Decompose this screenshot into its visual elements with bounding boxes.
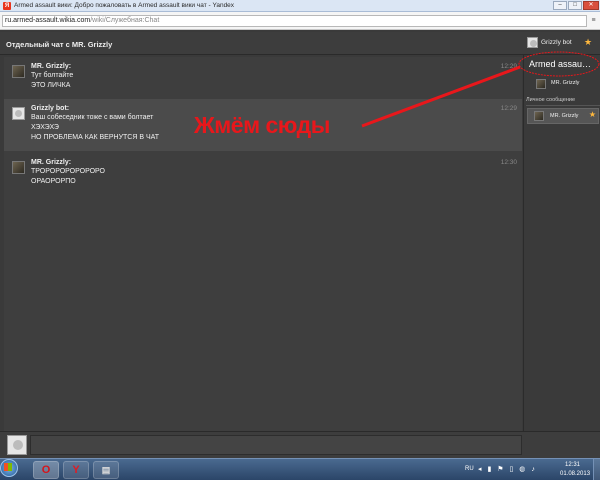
user-avatar[interactable] [12, 107, 25, 120]
close-button[interactable]: ✕ [583, 1, 599, 10]
show-desktop-button[interactable] [593, 459, 600, 480]
main-room-link[interactable]: Armed assau… [529, 59, 599, 69]
star-icon: ★ [584, 37, 593, 47]
clock-date[interactable]: 01.08.2013 [560, 471, 590, 477]
chat-message: MR. Grizzly: 12:30 ТРОРОРОРОРОРОРО ОРАОР… [4, 153, 522, 187]
minimize-button[interactable]: – [553, 1, 567, 10]
address-bar: ru.armed-assault.wikia.com/wiki/Служебна… [0, 12, 600, 30]
chat-message: MR. Grizzly: 12:29 Тут болтайте ЭТО ЛИЧК… [4, 57, 522, 97]
private-chat-user: MR. Grizzly [550, 113, 579, 119]
user-avatar[interactable] [12, 65, 25, 78]
star-icon: ★ [588, 110, 596, 119]
user-avatar [536, 79, 546, 89]
language-indicator[interactable]: RU [465, 466, 474, 472]
url-path: /wiki/Служебная:Chat [90, 17, 160, 24]
message-text: НО ПРОБЛЕМА КАК ВЕРНУТСЯ В ЧАТ [31, 134, 160, 141]
message-text: ОРАОРОРПО [31, 178, 76, 185]
message-time: 12:30 [500, 159, 517, 166]
maximize-button[interactable]: □ [568, 1, 582, 10]
message-text: Ваш собеседник тоже с вами болтает [31, 114, 154, 121]
user-avatar[interactable] [12, 161, 25, 174]
message-text: Тут болтайте [31, 72, 74, 79]
message-author[interactable]: MR. Grizzly: [31, 63, 71, 70]
sidebar-user[interactable]: MR. Grizzly [529, 77, 599, 91]
message-text: ЭТО ЛИЧКА [31, 82, 71, 89]
message-time: 12:29 [500, 105, 517, 112]
header-user-name[interactable]: Grizzly bot [541, 39, 572, 46]
person-icon [530, 40, 537, 47]
chat-sidebar: Armed assau… MR. Grizzly Личное сообщени… [523, 55, 600, 431]
file-explorer-icon[interactable]: ▤ [93, 461, 119, 479]
message-text: ХЭХЭХЭ [31, 124, 59, 131]
header-user-avatar[interactable] [527, 37, 538, 48]
person-icon [13, 440, 23, 450]
taskbar: O Y ▤ RU ◂ ▮ ⚑ ▯ ◍ ♪ 12:31 01.08.2013 [0, 458, 600, 480]
browser-menu-icon[interactable]: ≡ [589, 15, 598, 27]
url-input[interactable]: ru.armed-assault.wikia.com/wiki/Служебна… [2, 15, 587, 27]
window-titlebar: Я Armed assault вики: Добро пожаловать в… [0, 0, 600, 12]
chat-title: Отдельный чат с MR. Grizzly [6, 40, 113, 49]
url-host: ru.armed-assault.wikia.com [5, 17, 91, 24]
person-icon [15, 110, 22, 117]
windows-start-icon[interactable] [0, 459, 18, 477]
yandex-browser-icon: Я [3, 2, 11, 10]
message-author[interactable]: MR. Grizzly: [31, 159, 71, 166]
message-text: ТРОРОРОРОРОРОРО [31, 168, 105, 175]
message-input[interactable] [30, 435, 522, 455]
sidebar-user-name: MR. Grizzly [551, 80, 580, 86]
private-messages-label: Личное сообщение [526, 97, 600, 106]
opera-icon[interactable]: O [33, 461, 59, 479]
message-input-area [0, 431, 600, 458]
private-chat-item[interactable]: MR. Grizzly ★ [527, 108, 599, 124]
user-avatar [534, 111, 544, 121]
self-avatar [7, 435, 27, 455]
chat-header: Отдельный чат с MR. Grizzly Grizzly bot … [0, 32, 600, 55]
tray-icons[interactable]: ◂ ▮ ⚑ ▯ ◍ ♪ [478, 465, 537, 473]
annotation-label: Жмём сюды [194, 112, 330, 138]
message-time: 12:29 [500, 63, 517, 70]
message-author[interactable]: Grizzly bot: [31, 105, 69, 112]
window-title: Armed assault вики: Добро пожаловать в A… [14, 2, 235, 9]
clock-time[interactable]: 12:31 [565, 462, 580, 468]
yandex-browser-icon[interactable]: Y [63, 461, 89, 479]
